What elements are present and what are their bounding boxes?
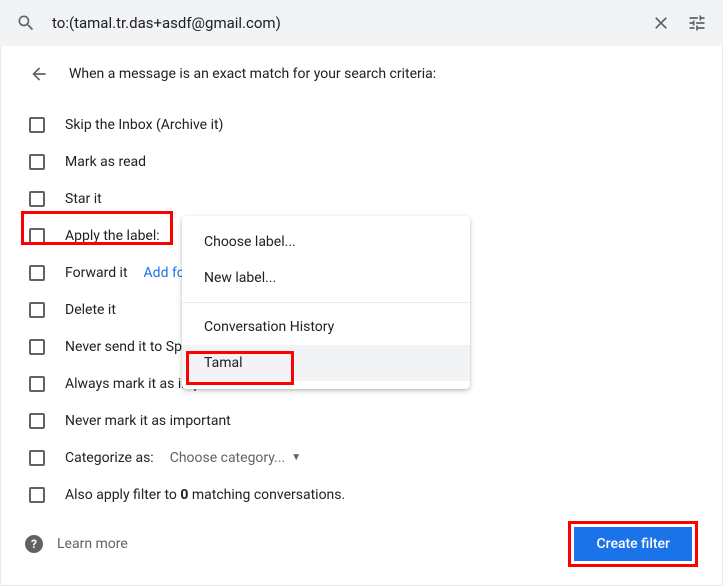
header-row: When a message is an exact match for you…: [29, 64, 698, 84]
clear-icon[interactable]: [651, 13, 671, 33]
checkbox-mark-read[interactable]: [29, 154, 45, 170]
highlight-create-filter: Create filter: [568, 521, 698, 567]
checkbox-always-important[interactable]: [29, 376, 45, 392]
dropdown-tamal[interactable]: Tamal: [182, 345, 470, 381]
label-never-important: Never mark it as important: [65, 413, 231, 429]
dropdown-divider: [182, 302, 470, 303]
checkbox-also-apply[interactable]: [29, 487, 45, 503]
label-skip-inbox: Skip the Inbox (Archive it): [65, 117, 223, 133]
footer: ? Learn more Create filter: [25, 521, 698, 567]
label-forward-it: Forward it: [65, 265, 128, 281]
checkbox-skip-inbox[interactable]: [29, 117, 45, 133]
option-also-apply: Also apply filter to 0 matching conversa…: [29, 476, 698, 513]
category-select[interactable]: Choose category... ▼: [170, 450, 301, 466]
checkbox-delete-it[interactable]: [29, 302, 45, 318]
search-icon: [16, 13, 36, 33]
tune-icon[interactable]: [687, 13, 707, 33]
label-delete-it: Delete it: [65, 302, 116, 318]
label-also-apply: Also apply filter to 0 matching conversa…: [65, 487, 345, 503]
header-text: When a message is an exact match for you…: [69, 66, 436, 82]
option-mark-read: Mark as read: [29, 143, 698, 180]
option-never-important: Never mark it as important: [29, 402, 698, 439]
learn-more-text: Learn more: [57, 536, 128, 552]
learn-more-link[interactable]: ? Learn more: [25, 535, 128, 553]
chevron-down-icon: ▼: [291, 452, 301, 463]
label-dropdown: Choose label... New label... Conversatio…: [182, 216, 470, 389]
also-apply-prefix: Also apply filter to: [65, 487, 180, 503]
dropdown-conversation-history[interactable]: Conversation History: [182, 309, 470, 345]
option-star-it: Star it: [29, 180, 698, 217]
checkbox-never-important[interactable]: [29, 413, 45, 429]
checkbox-never-spam[interactable]: [29, 339, 45, 355]
checkbox-categorize[interactable]: [29, 450, 45, 466]
search-bar: [0, 0, 723, 46]
dropdown-choose-label[interactable]: Choose label...: [182, 224, 470, 260]
option-categorize: Categorize as: Choose category... ▼: [29, 439, 698, 476]
help-icon: ?: [25, 535, 43, 553]
option-skip-inbox: Skip the Inbox (Archive it): [29, 106, 698, 143]
category-value: Choose category...: [170, 450, 286, 466]
checkbox-apply-label[interactable]: [29, 228, 45, 244]
create-filter-button[interactable]: Create filter: [574, 527, 692, 561]
also-apply-suffix: matching conversations.: [188, 487, 345, 503]
checkbox-forward-it[interactable]: [29, 265, 45, 281]
search-input[interactable]: [52, 14, 635, 32]
label-categorize: Categorize as:: [65, 450, 154, 466]
label-apply-label: Apply the label:: [65, 228, 160, 244]
dropdown-new-label[interactable]: New label...: [182, 260, 470, 296]
label-mark-read: Mark as read: [65, 154, 146, 170]
back-icon[interactable]: [29, 64, 49, 84]
checkbox-star-it[interactable]: [29, 191, 45, 207]
label-star-it: Star it: [65, 191, 102, 207]
